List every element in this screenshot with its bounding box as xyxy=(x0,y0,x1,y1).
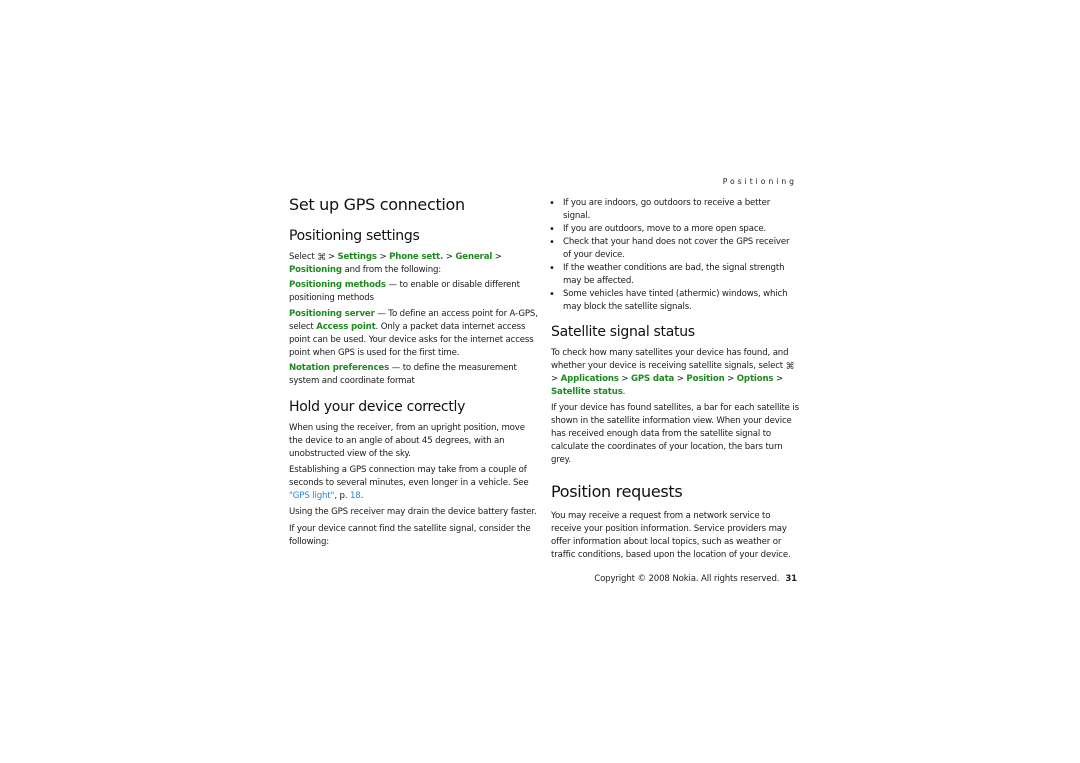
copyright: Copyright © 2008 Nokia. All rights reser… xyxy=(594,574,780,584)
heading-positioning-settings: Positioning settings xyxy=(289,228,420,244)
page-link[interactable]: 18 xyxy=(350,491,361,501)
running-head: Positioning xyxy=(722,177,797,186)
page-number: 31 xyxy=(785,574,797,584)
heading-position-requests: Position requests xyxy=(551,482,683,501)
list-item: Check that your hand does not cover the … xyxy=(549,236,799,262)
list-item: If you are indoors, go outdoors to recei… xyxy=(549,197,799,223)
heading-hold-device: Hold your device correctly xyxy=(289,399,466,415)
hold-device-p1: When using the receiver, from an upright… xyxy=(289,423,525,459)
menu-general: General xyxy=(455,252,493,262)
item-positioning-methods: Positioning methods — to enable or disab… xyxy=(289,280,520,303)
satellite-p1: To check how many satellites your device… xyxy=(551,348,795,397)
list-item: If you are outdoors, move to a more open… xyxy=(549,223,799,236)
hold-device-p3: Using the GPS receiver may drain the dev… xyxy=(289,507,537,517)
satellite-p2: If your device has found satellites, a b… xyxy=(551,403,799,465)
hold-device-p4: If your device cannot find the satellite… xyxy=(289,524,531,547)
position-requests-p1: You may receive a request from a network… xyxy=(551,511,791,560)
list-item: Some vehicles have tinted (athermic) win… xyxy=(549,288,799,314)
item-positioning-server: Positioning server — To define an access… xyxy=(289,309,538,358)
item-notation-preferences: Notation preferences — to define the mea… xyxy=(289,363,517,386)
menu-phone-sett: Phone sett. xyxy=(389,252,444,262)
menu-key-icon: ⌘ xyxy=(317,253,327,263)
heading-satellite-status: Satellite signal status xyxy=(551,324,695,340)
select-instruction: Select ⌘ > Settings > Phone sett. > Gene… xyxy=(289,252,502,275)
list-item: If the weather conditions are bad, the s… xyxy=(549,262,799,288)
page-title: Set up GPS connection xyxy=(289,195,465,214)
hold-device-p2: Establishing a GPS connection may take f… xyxy=(289,465,529,501)
menu-settings: Settings xyxy=(337,252,377,262)
menu-positioning: Positioning xyxy=(289,265,342,275)
page-footer: Copyright © 2008 Nokia. All rights reser… xyxy=(551,573,797,586)
gps-light-link[interactable]: "GPS light" xyxy=(289,491,334,501)
menu-key-icon: ⌘ xyxy=(785,362,795,372)
tips-list: If you are indoors, go outdoors to recei… xyxy=(549,197,799,314)
